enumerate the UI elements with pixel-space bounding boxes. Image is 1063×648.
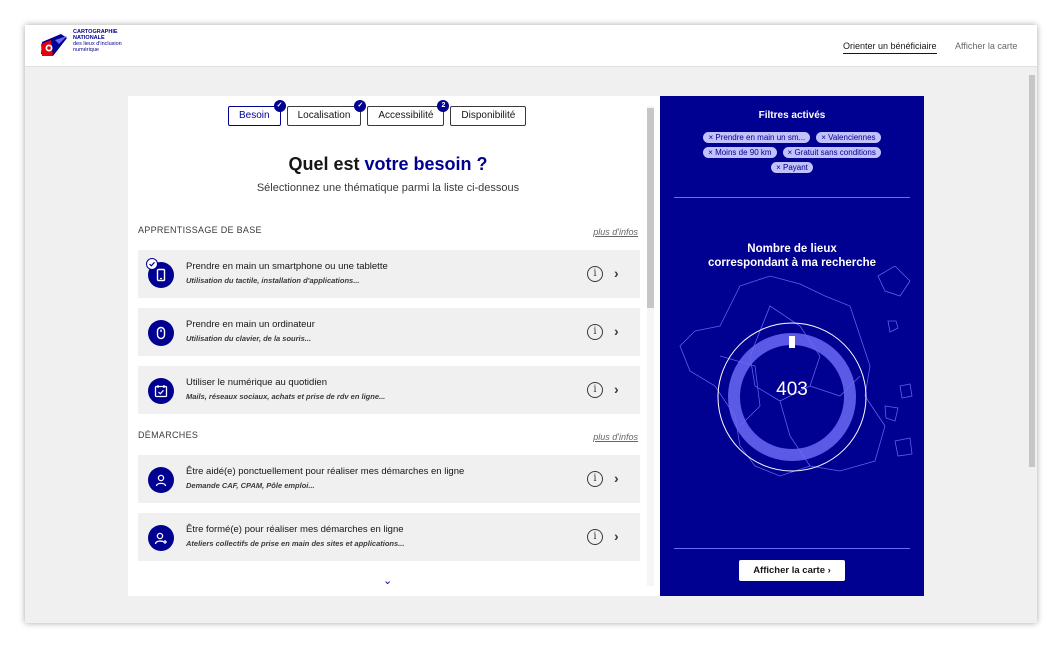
filter-chip[interactable]: × Moins de 90 km [703, 147, 777, 158]
need-card-title: Être aidé(e) ponctuellement pour réalise… [186, 466, 465, 477]
results-panel: Filtres activés × Prendre en main un sm.… [660, 96, 924, 596]
chevron-right-icon[interactable]: › [614, 323, 619, 339]
page-title: Quel est votre besoin ? [128, 154, 648, 175]
tab-besoin[interactable]: Besoin ✓ [228, 100, 286, 126]
chevron-right-icon[interactable]: › [614, 528, 619, 544]
page-subtitle: Sélectionnez une thématique parmi la lis… [256, 182, 520, 194]
user-add-icon [148, 525, 174, 551]
active-filters: × Prendre en main un sm... × Valencienne… [680, 132, 904, 173]
divider [674, 197, 910, 198]
logo-text: CARTOGRAPHIE NATIONALE des lieux d'inclu… [73, 29, 122, 53]
browser-window: CARTOGRAPHIE NATIONALE des lieux d'inclu… [25, 25, 1037, 623]
filter-chip[interactable]: × Payant [771, 162, 813, 173]
logo-icon[interactable] [39, 30, 71, 60]
chevron-down-icon[interactable]: ⌄ [383, 574, 392, 587]
need-card-quotidien[interactable]: Utiliser le numérique au quotidien Mails… [138, 366, 640, 414]
section-title-apprentissage: APPRENTISSAGE DE BASE [138, 225, 262, 235]
info-icon[interactable]: i [587, 324, 603, 340]
page-title-prefix: Quel est [288, 154, 360, 174]
need-card-title: Utiliser le numérique au quotidien [186, 377, 327, 388]
tab-accessibilite-count-badge: 2 [437, 100, 450, 112]
check-icon: ✓ [273, 100, 286, 112]
results-count-title-line-1: Nombre de lieux [747, 243, 837, 255]
logo-sub-line-2: numérique [73, 47, 99, 53]
need-card-title: Être formé(e) pour réaliser mes démarche… [186, 524, 404, 535]
info-icon[interactable]: i [587, 382, 603, 398]
filter-chip[interactable]: × Valenciennes [816, 132, 881, 143]
tab-besoin-label: Besoin [239, 110, 270, 121]
user-icon [148, 467, 174, 493]
tab-disponibilite[interactable]: Disponibilité [450, 106, 527, 126]
need-card-ordinateur[interactable]: Prendre en main un ordinateur Utilisatio… [138, 308, 640, 356]
info-icon[interactable]: i [587, 266, 603, 282]
tab-accessibilite[interactable]: Accessibilité 2 [367, 100, 450, 126]
need-card-aide-demarches[interactable]: Être aidé(e) ponctuellement pour réalise… [138, 455, 640, 503]
selected-check-icon [146, 258, 158, 270]
list-scrollbar[interactable] [647, 106, 654, 586]
needs-panel: Besoin ✓ Localisation ✓ Accessibilité 2 … [128, 96, 660, 596]
filters-title: Filtres activés [758, 110, 826, 121]
info-icon[interactable]: i [587, 471, 603, 487]
need-card-smartphone[interactable]: Prendre en main un smartphone ou une tab… [138, 250, 640, 298]
page-scrollbar[interactable] [1027, 67, 1037, 623]
need-card-desc: Ateliers collectifs de prise en main des… [186, 539, 405, 548]
need-card-desc: Mails, réseaux sociaux, achats et prise … [186, 392, 386, 401]
results-count-value: 403 [776, 379, 808, 400]
list-scrollbar-thumb[interactable] [647, 108, 654, 308]
divider [674, 548, 910, 549]
chevron-right-icon[interactable]: › [614, 381, 619, 397]
nav-afficher-carte[interactable]: Afficher la carte [955, 41, 1017, 51]
check-icon: ✓ [354, 100, 367, 112]
tab-localisation[interactable]: Localisation ✓ [286, 100, 367, 126]
calendar-check-icon [148, 378, 174, 404]
need-card-desc: Utilisation du clavier, de la souris... [186, 334, 312, 343]
page-title-accent: votre besoin ? [364, 154, 488, 174]
section-title-demarches: DÉMARCHES [138, 430, 199, 440]
need-card-title: Prendre en main un smartphone ou une tab… [186, 261, 388, 272]
site-header: CARTOGRAPHIE NATIONALE des lieux d'inclu… [25, 25, 1037, 67]
tab-accessibilite-label: Accessibilité [378, 110, 434, 121]
nav-orienter-beneficiaire[interactable]: Orienter un bénéficiaire [843, 41, 937, 54]
filter-chip[interactable]: × Prendre en main un sm... [703, 132, 811, 143]
need-card-title: Prendre en main un ordinateur [186, 319, 315, 330]
info-icon[interactable]: i [587, 529, 603, 545]
filter-chip[interactable]: × Gratuit sans conditions [782, 147, 881, 158]
tab-disponibilite-label: Disponibilité [461, 110, 516, 121]
more-info-link-apprentissage[interactable]: plus d'infos [593, 227, 638, 237]
gauge-progress-marker [789, 336, 795, 348]
show-map-button[interactable]: Afficher la carte › [739, 560, 845, 581]
need-card-desc: Demande CAF, CPAM, Pôle emploi... [186, 481, 315, 490]
chevron-right-icon[interactable]: › [614, 470, 619, 486]
page-scrollbar-thumb[interactable] [1029, 75, 1035, 467]
tab-localisation-label: Localisation [297, 110, 351, 121]
chevron-right-icon[interactable]: › [614, 265, 619, 281]
need-card-forme-demarches[interactable]: Être formé(e) pour réaliser mes démarche… [138, 513, 640, 561]
mouse-icon [148, 320, 174, 346]
step-tabs: Besoin ✓ Localisation ✓ Accessibilité 2 … [228, 100, 527, 126]
need-card-desc: Utilisation du tactile, installation d'a… [186, 276, 360, 285]
more-info-link-demarches[interactable]: plus d'infos [593, 432, 638, 442]
